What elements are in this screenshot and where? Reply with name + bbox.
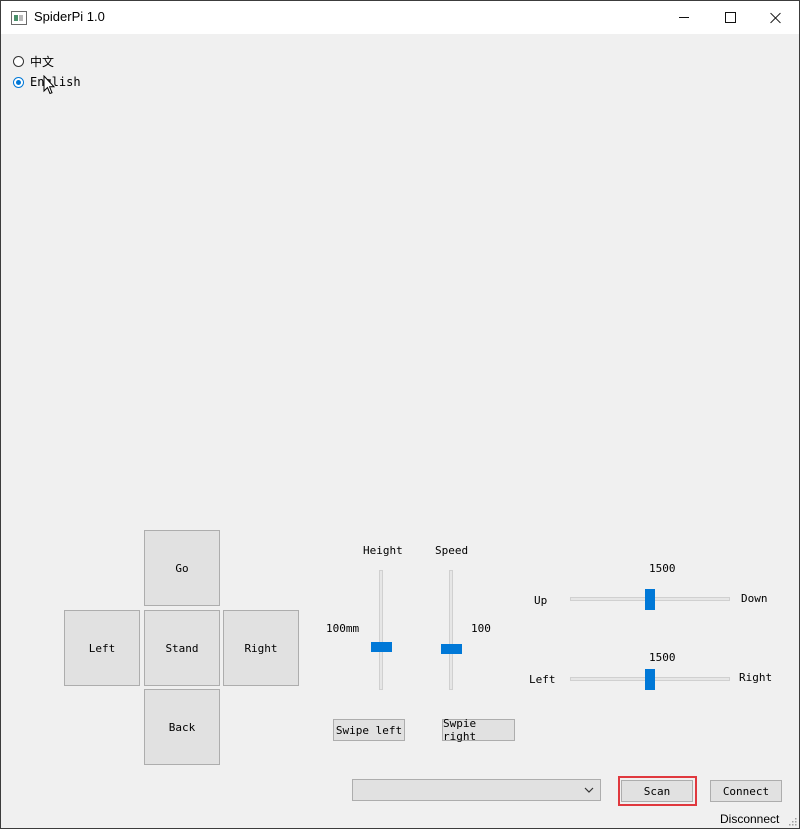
tilt-slider-handle[interactable] bbox=[645, 669, 655, 690]
swipe-right-button[interactable]: Swpie right bbox=[442, 717, 515, 743]
maximize-button[interactable] bbox=[707, 1, 753, 34]
height-slider-track[interactable] bbox=[379, 570, 383, 690]
radio-button-chinese[interactable] bbox=[13, 56, 24, 67]
minimize-icon bbox=[679, 17, 689, 18]
tilt-slider-right-label: Right bbox=[739, 671, 773, 684]
pan-slider-handle[interactable] bbox=[645, 589, 655, 610]
close-icon bbox=[770, 12, 782, 24]
left-button[interactable]: Left bbox=[64, 610, 140, 686]
device-select[interactable] bbox=[352, 779, 601, 801]
scan-button[interactable]: Scan bbox=[621, 780, 693, 802]
pan-slider-value: 1500 bbox=[649, 562, 676, 575]
minimize-button[interactable] bbox=[661, 1, 707, 34]
speed-label: Speed bbox=[435, 544, 469, 557]
speed-slider-handle[interactable] bbox=[441, 643, 462, 654]
back-button[interactable]: Back bbox=[144, 689, 220, 765]
pan-slider-left-label: Up bbox=[534, 594, 548, 607]
radio-chinese[interactable]: 中文 bbox=[13, 53, 54, 70]
go-button[interactable]: Go bbox=[144, 530, 220, 606]
radio-label-chinese: 中文 bbox=[30, 55, 55, 69]
connection-status: Disconnect bbox=[720, 812, 780, 826]
app-window: SpiderPi 1.0 中文 English Go Left Stand Ri… bbox=[0, 0, 800, 829]
height-slider-handle[interactable] bbox=[371, 641, 392, 652]
stand-button[interactable]: Stand bbox=[144, 610, 220, 686]
height-label: Height bbox=[363, 544, 403, 557]
height-value: 100mm bbox=[326, 622, 360, 635]
maximize-icon bbox=[724, 12, 736, 23]
connect-button[interactable]: Connect bbox=[710, 780, 782, 802]
chevron-down-icon bbox=[584, 787, 594, 793]
tilt-slider-value: 1500 bbox=[649, 651, 676, 664]
resize-grip-icon[interactable] bbox=[787, 816, 797, 826]
radio-label-english: English bbox=[30, 75, 81, 89]
speed-value: 100 bbox=[471, 622, 491, 635]
title-bar[interactable]: SpiderPi 1.0 bbox=[1, 1, 799, 34]
radio-button-english[interactable] bbox=[13, 76, 24, 88]
tilt-slider-left-label: Left bbox=[529, 673, 556, 686]
speed-slider-track[interactable] bbox=[449, 570, 453, 690]
app-icon bbox=[11, 11, 27, 25]
close-button[interactable] bbox=[753, 1, 799, 34]
mouse-cursor-icon bbox=[43, 75, 55, 95]
swipe-left-button[interactable]: Swipe left bbox=[333, 719, 405, 741]
right-button[interactable]: Right bbox=[223, 610, 299, 686]
window-title: SpiderPi 1.0 bbox=[34, 9, 105, 24]
pan-slider-right-label: Down bbox=[741, 592, 768, 605]
